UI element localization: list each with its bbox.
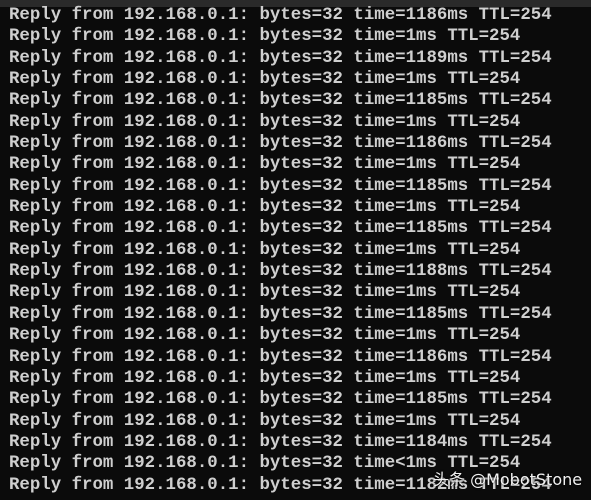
console-line: Reply from 192.168.0.1: bytes=32 time=11… — [9, 6, 552, 25]
console-line: Reply from 192.168.0.1: bytes=32 time=1m… — [9, 326, 521, 346]
console-line: Reply from 192.168.0.1: bytes=32 time=1m… — [9, 198, 521, 218]
console-line: Reply from 192.168.0.1: bytes=32 time=11… — [9, 134, 552, 154]
console-output: Reply from 192.168.0.1: bytes=32 time=11… — [9, 5, 552, 496]
console-line: Reply from 192.168.0.1: bytes=32 time=1m… — [9, 283, 521, 303]
console-line: Reply from 192.168.0.1: bytes=32 time=1m… — [9, 70, 521, 90]
console-line: Reply from 192.168.0.1: bytes=32 time=1m… — [9, 240, 521, 260]
console-line: Reply from 192.168.0.1: bytes=32 time=11… — [9, 91, 552, 111]
console-line: Reply from 192.168.0.1: bytes=32 time=1m… — [9, 112, 521, 132]
console-line: Reply from 192.168.0.1: bytes=32 time=1m… — [9, 27, 521, 47]
console-line: Reply from 192.168.0.1: bytes=32 time=11… — [9, 347, 552, 367]
console-line: Reply from 192.168.0.1: bytes=32 time=11… — [9, 262, 552, 282]
console-line: Reply from 192.168.0.1: bytes=32 time=1m… — [9, 368, 521, 388]
console-line: Reply from 192.168.0.1: bytes=32 time=11… — [9, 48, 552, 68]
watermark: 头条 @MobotStone — [433, 470, 583, 489]
console-line: Reply from 192.168.0.1: bytes=32 time=11… — [9, 432, 552, 452]
console-line: Reply from 192.168.0.1: bytes=32 time=11… — [9, 304, 552, 324]
console-line: Reply from 192.168.0.1: bytes=32 time=11… — [9, 219, 552, 239]
console-line: Reply from 192.168.0.1: bytes=32 time=11… — [9, 176, 552, 196]
console-line: Reply from 192.168.0.1: bytes=32 time=1m… — [9, 411, 521, 431]
console-line: Reply from 192.168.0.1: bytes=32 time=1m… — [9, 155, 521, 175]
console-line: Reply from 192.168.0.1: bytes=32 time=11… — [9, 390, 552, 410]
